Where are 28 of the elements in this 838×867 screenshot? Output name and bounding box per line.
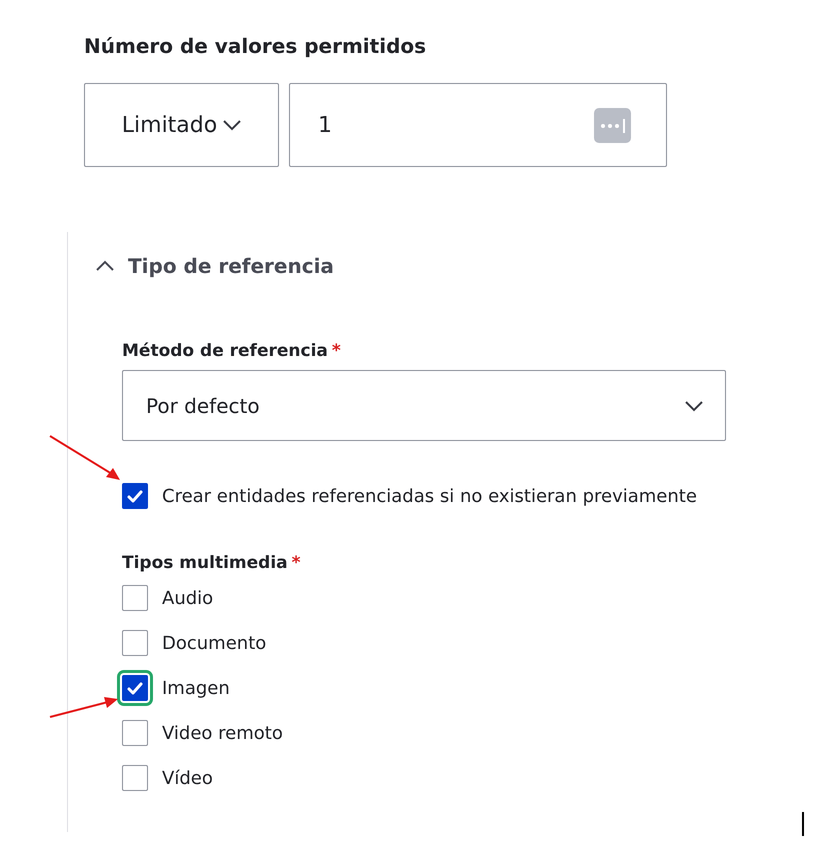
checkbox-label: Audio (162, 588, 214, 608)
field-label: Método de referencia (122, 341, 328, 361)
checkbox[interactable] (122, 765, 148, 791)
checkbox-label: Imagen (162, 678, 230, 698)
checkbox-label: Documento (162, 632, 266, 654)
annotation-arrow (48, 694, 120, 720)
method-select[interactable]: Por defecto (122, 370, 726, 441)
section-toggle[interactable]: Tipo de referencia (90, 232, 340, 279)
checkbox-label: Crear entidades referenciadas si no existieran previamente (162, 486, 697, 506)
checkbox[interactable] (122, 585, 148, 611)
limit-select[interactable]: Limitado (84, 83, 279, 167)
field-label: Número de valores permitidos (84, 34, 428, 58)
checkbox[interactable] (122, 720, 148, 746)
check-icon (127, 490, 143, 502)
checkbox[interactable] (122, 630, 148, 656)
required-mark: * (292, 553, 301, 573)
field-label: Tipos multimedia (122, 553, 288, 573)
checkbox-label: Video remoto (162, 722, 283, 744)
check-icon (127, 682, 143, 694)
password-manager-icon[interactable] (594, 108, 631, 142)
text-cursor (802, 812, 804, 836)
chevron-down-icon (685, 400, 703, 412)
chevron-up-icon (96, 260, 114, 272)
checkbox[interactable] (122, 483, 148, 509)
checkbox-label: Vídeo (162, 768, 213, 788)
number-field[interactable]: 1 (289, 83, 667, 167)
chevron-down-icon (223, 119, 242, 131)
required-mark: * (332, 341, 341, 361)
